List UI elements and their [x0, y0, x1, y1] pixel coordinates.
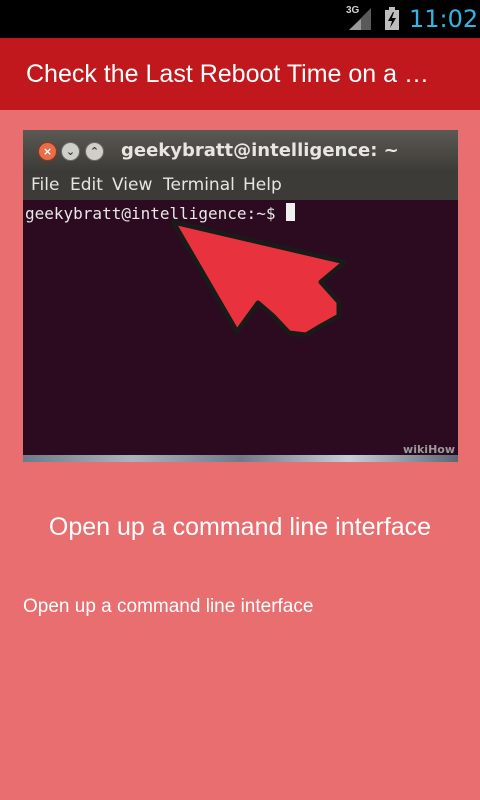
- page-title: Check the Last Reboot Time on a …: [26, 60, 429, 88]
- pointer-arrow-icon: [170, 219, 348, 338]
- action-bar: Check the Last Reboot Time on a …: [0, 38, 480, 110]
- signal-icon: [349, 8, 371, 30]
- status-bar: 3G 11:02: [0, 0, 480, 38]
- image-bottom-strip: [23, 455, 458, 462]
- status-clock: 11:02: [409, 5, 479, 33]
- battery-charging-icon: [385, 7, 399, 30]
- step-title: Open up a command line interface: [48, 513, 432, 541]
- step-image: × ⌄ ⌃ geekybratt@intelligence: ~ File Ed…: [23, 130, 458, 462]
- step-description: Open up a command line interface: [23, 596, 314, 617]
